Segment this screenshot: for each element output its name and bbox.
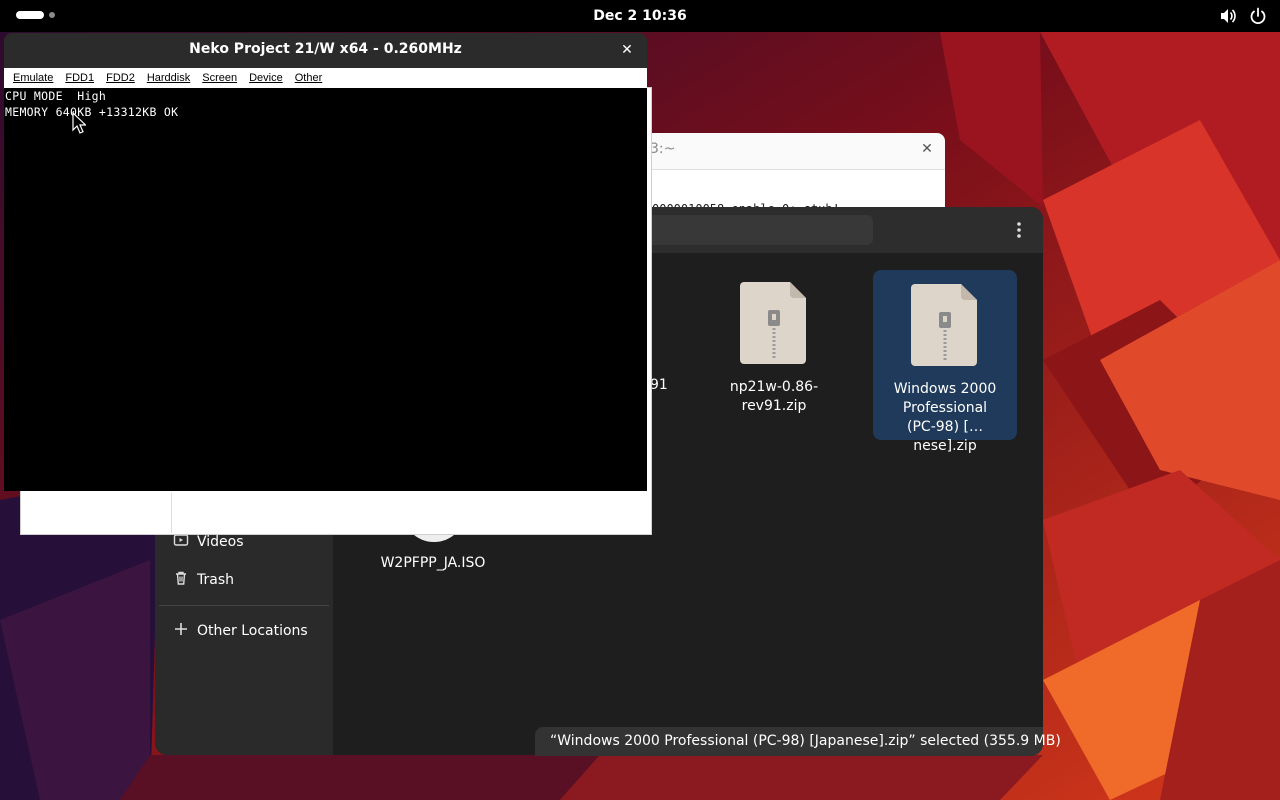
file-item-selected[interactable]: Windows 2000 Professional (PC-98) […nese… xyxy=(873,270,1017,454)
menu-bar: Emulate FDD1 FDD2 Harddisk Screen Device… xyxy=(4,68,647,88)
file-name: np21w-0.86- rev91.zip xyxy=(729,379,819,414)
menu-fdd1[interactable]: FDD1 xyxy=(60,72,101,84)
power-icon xyxy=(1248,6,1268,26)
window-title: Neko Project 21/W x64 - 0.260MHz xyxy=(189,41,462,57)
neko-project-window[interactable]: Neko Project 21/W x64 - 0.260MHz ✕ Emula… xyxy=(4,33,647,491)
menu-emulate[interactable]: Emulate xyxy=(8,72,60,84)
sidebar-item-other-locations[interactable]: Other Locations xyxy=(173,619,308,643)
divider xyxy=(171,493,172,533)
terminal-title: 3:~ xyxy=(650,141,676,157)
iso-file-label[interactable]: W2PFPP_JA.ISO xyxy=(361,555,505,571)
screen-line-cpu: CPU MODE High xyxy=(5,89,107,103)
volume-icon xyxy=(1218,6,1238,26)
trash-icon xyxy=(173,570,189,590)
neko-close-button[interactable]: ✕ xyxy=(619,42,635,58)
plus-icon xyxy=(173,621,189,641)
sidebar-item-label: Other Locations xyxy=(197,623,308,639)
clock[interactable]: Dec 2 10:36 xyxy=(560,0,720,32)
menu-fdd2[interactable]: FDD2 xyxy=(101,72,142,84)
workspace-indicator-active xyxy=(16,11,44,19)
menu-device[interactable]: Device xyxy=(244,72,290,84)
screen-line-memory: MEMORY 640KB +13312KB OK xyxy=(5,105,179,119)
top-bar: Dec 2 10:36 xyxy=(0,0,1280,32)
zip-archive-icon xyxy=(911,284,977,366)
menu-more-button[interactable] xyxy=(1007,218,1031,242)
system-tray[interactable] xyxy=(1218,6,1268,26)
sidebar-item-trash[interactable]: Trash xyxy=(173,568,234,592)
sidebar-item-label: Videos xyxy=(197,534,244,550)
file-name: Windows 2000 Professional (PC-98) […nese… xyxy=(893,381,997,454)
status-bar: “Windows 2000 Professional (PC-98) [Japa… xyxy=(535,727,1061,756)
mouse-cursor-icon xyxy=(72,111,87,138)
menu-screen[interactable]: Screen xyxy=(197,72,244,84)
terminal-close-button[interactable]: ✕ xyxy=(919,141,935,157)
videos-icon xyxy=(173,532,189,552)
activities-button[interactable] xyxy=(16,11,55,19)
neko-title-bar[interactable]: Neko Project 21/W x64 - 0.260MHz ✕ xyxy=(4,33,647,68)
more-vertical-icon xyxy=(1017,222,1021,238)
file-item[interactable]: np21w-0.86- rev91.zip xyxy=(702,280,846,416)
close-icon: ✕ xyxy=(921,141,933,157)
close-icon: ✕ xyxy=(621,42,633,58)
workspace-indicator xyxy=(49,12,55,18)
file-label-partial: 91 xyxy=(650,377,668,393)
emulator-screen[interactable]: CPU MODE High MEMORY 640KB +13312KB OK xyxy=(4,88,647,491)
menu-harddisk[interactable]: Harddisk xyxy=(142,72,197,84)
sidebar-item-label: Trash xyxy=(197,572,234,588)
sidebar-divider xyxy=(159,605,329,606)
zip-archive-icon xyxy=(740,282,806,364)
menu-other[interactable]: Other xyxy=(290,72,330,84)
